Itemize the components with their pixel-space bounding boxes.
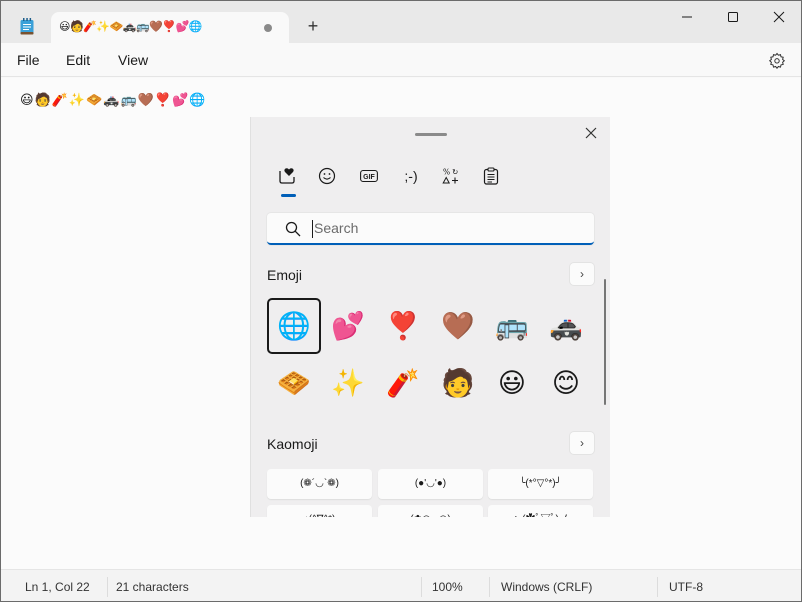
editor-content[interactable]: 😃🧑🧨✨🧇🚓🚌🤎❣️💕🌐	[20, 92, 206, 108]
emoji-panel: GIF ;-) % ↻ Search Emoji › 🌐 💕 ❣️ 🤎 🚌 🚓 …	[250, 117, 610, 517]
drag-handle[interactable]	[415, 133, 447, 136]
cursor-position: Ln 1, Col 22	[25, 580, 90, 594]
maximize-button[interactable]	[710, 1, 756, 33]
kaomoji-icon: ;-)	[404, 168, 418, 184]
emoji-section-title: Emoji	[267, 267, 303, 283]
clipboard-icon	[483, 167, 499, 185]
gif-icon: GIF	[360, 169, 378, 183]
kaomoji-section-title: Kaomoji	[267, 436, 318, 452]
tab-clipboard[interactable]	[477, 165, 505, 187]
kaomoji-item[interactable]: (✿◠‿◠)	[378, 505, 483, 517]
close-button[interactable]	[756, 1, 801, 33]
kaomoji-item[interactable]: (●'◡'●)	[378, 469, 483, 499]
status-divider	[421, 577, 422, 597]
gear-icon[interactable]	[768, 52, 786, 70]
kaomoji-item[interactable]: ヽ(✿ﾟ▽ﾟ)ノ	[488, 505, 593, 517]
status-divider	[107, 577, 108, 597]
panel-close-icon[interactable]	[583, 125, 599, 141]
minimize-icon	[682, 16, 692, 18]
title-bar: 😃🧑🧨✨🧇🚓🚌🤎❣️💕🌐 +	[1, 1, 801, 44]
status-divider	[489, 577, 490, 597]
emoji-item[interactable]: ✨	[321, 355, 375, 411]
active-tab-indicator	[281, 194, 296, 197]
tab-symbols[interactable]: % ↻	[437, 165, 465, 187]
notepad-window: 😃🧑🧨✨🧇🚓🚌🤎❣️💕🌐 + File Edit View 😃🧑🧨✨🧇🚓🚌🤎❣️…	[0, 0, 802, 602]
unsaved-indicator-icon[interactable]	[264, 24, 272, 32]
notepad-app-icon	[20, 18, 34, 35]
emoji-item[interactable]: 😊	[539, 355, 593, 411]
emoji-item[interactable]: 🧇	[267, 355, 321, 411]
encoding[interactable]: UTF-8	[669, 580, 703, 594]
status-bar: Ln 1, Col 22 21 characters 100% Windows …	[1, 569, 801, 601]
smiley-icon	[318, 167, 336, 185]
panel-scrollbar[interactable]	[604, 279, 606, 405]
character-count: 21 characters	[116, 580, 189, 594]
emoji-item[interactable]: 💕	[321, 298, 375, 354]
tab-title: 😃🧑🧨✨🧇🚓🚌🤎❣️💕🌐	[59, 21, 202, 33]
emoji-item[interactable]: 😃	[485, 355, 539, 411]
emoji-item[interactable]: 🚌	[485, 298, 539, 354]
tab-kaomoji[interactable]: ;-)	[397, 165, 425, 187]
emoji-item[interactable]: 🤎	[431, 298, 485, 354]
text-caret	[312, 220, 313, 238]
svg-text:GIF: GIF	[363, 174, 375, 181]
svg-text:↻: ↻	[452, 168, 458, 177]
search-box[interactable]	[267, 213, 594, 245]
kaomoji-see-more-button[interactable]: ›	[570, 432, 594, 454]
new-tab-button[interactable]: +	[301, 14, 325, 38]
menu-view[interactable]: View	[118, 52, 148, 68]
symbols-icon: % ↻	[442, 168, 458, 184]
svg-text:%: %	[443, 168, 450, 177]
line-ending[interactable]: Windows (CRLF)	[501, 580, 592, 594]
emoji-item[interactable]: 🧑	[431, 355, 485, 411]
menu-edit[interactable]: Edit	[66, 52, 90, 68]
menu-file[interactable]: File	[17, 52, 40, 68]
zoom-level[interactable]: 100%	[432, 580, 463, 594]
kaomoji-item[interactable]: ╰(*°▽°*)╯	[488, 469, 593, 499]
tab-favorites[interactable]	[273, 165, 301, 187]
kaomoji-item[interactable]: (❁´◡`❁)	[267, 469, 372, 499]
kaomoji-item[interactable]: ♪(^∇^*)	[267, 505, 372, 517]
tab-emoji[interactable]	[313, 165, 341, 187]
document-tab[interactable]: 😃🧑🧨✨🧇🚓🚌🤎❣️💕🌐	[51, 12, 289, 44]
search-icon	[285, 221, 301, 237]
emoji-see-more-button[interactable]: ›	[570, 263, 594, 285]
status-divider	[657, 577, 658, 597]
emoji-item[interactable]: 🚓	[539, 298, 593, 354]
emoji-item[interactable]: 🌐	[267, 298, 321, 354]
maximize-icon	[728, 12, 738, 22]
search-input[interactable]	[314, 213, 584, 243]
emoji-item[interactable]: 🧨	[376, 355, 430, 411]
minimize-button[interactable]	[664, 1, 710, 33]
menu-bar: File Edit View	[1, 43, 801, 77]
emoji-item[interactable]: ❣️	[376, 298, 430, 354]
heart-box-icon	[279, 168, 295, 184]
close-icon	[773, 11, 785, 23]
tab-gif[interactable]: GIF	[355, 165, 383, 187]
